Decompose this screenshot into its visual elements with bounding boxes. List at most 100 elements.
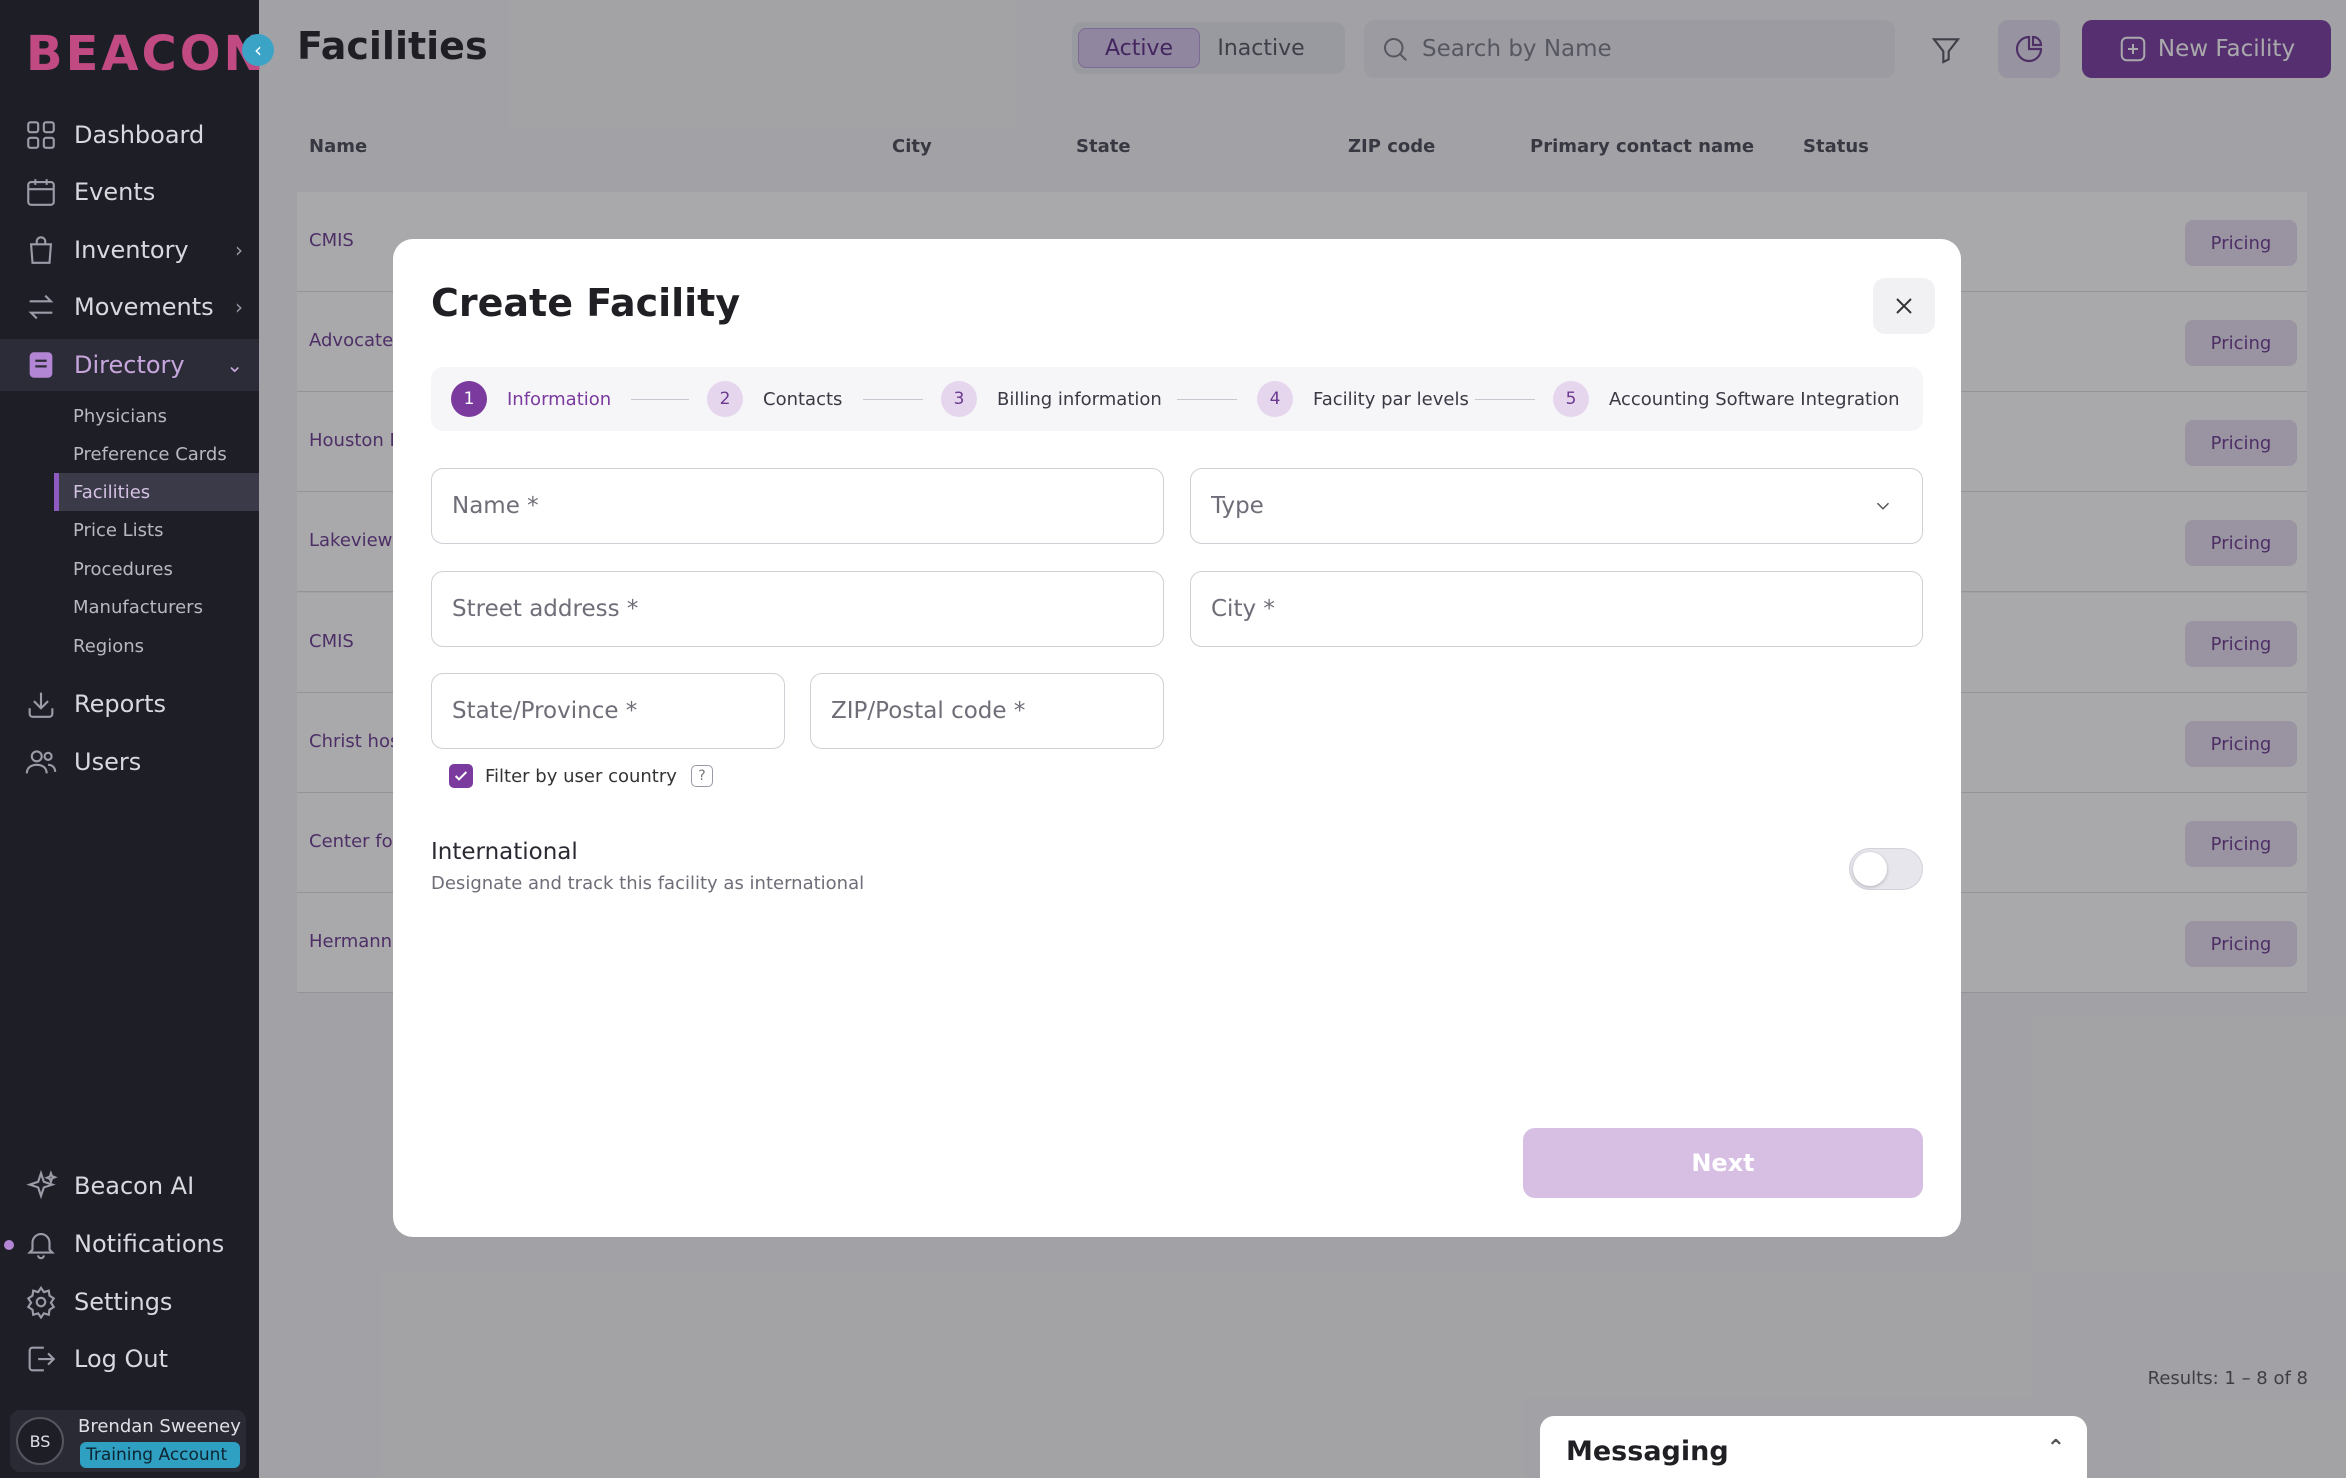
zip-postal-code-input[interactable] (811, 674, 1163, 748)
messaging-panel[interactable]: Messaging ⌃ (1540, 1416, 2087, 1478)
stepper: 1 Information 2 Contacts 3 Billing infor… (431, 367, 1923, 431)
zip-postal-code-field[interactable] (810, 673, 1164, 749)
international-toggle[interactable] (1849, 848, 1923, 890)
sidebar-item-label: Movements (74, 293, 214, 321)
chevron-down-icon: ⌄ (226, 353, 243, 377)
sidebar-item-movements[interactable]: Movements › (0, 281, 259, 333)
checkbox-label: Filter by user country (485, 765, 677, 787)
filter-by-country-checkbox[interactable]: Filter by user country ? (449, 764, 713, 788)
step-label: Contacts (763, 388, 843, 410)
chevron-left-icon: ‹ (254, 38, 262, 62)
sidebar-sub-manufacturers[interactable]: Manufacturers (54, 588, 259, 626)
step-label: Billing information (997, 388, 1162, 410)
close-icon (1896, 298, 1912, 314)
collapse-sidebar-button[interactable]: ‹ (242, 34, 274, 66)
step-number: 3 (941, 381, 977, 417)
step-label: Accounting Software Integration (1609, 388, 1900, 410)
city-input[interactable] (1191, 572, 1922, 646)
sidebar-item-directory[interactable]: Directory ⌄ (0, 339, 259, 391)
sparkle-icon (26, 1169, 58, 1200)
next-button[interactable]: Next (1523, 1128, 1923, 1198)
sidebar-sub-facilities[interactable]: Facilities (54, 473, 259, 511)
create-facility-modal: Create Facility 1 Information 2 Contacts… (393, 239, 1961, 1237)
account-badge: Training Account (80, 1442, 240, 1468)
book-icon (29, 352, 53, 378)
sidebar-item-label: Reports (74, 690, 167, 718)
chevron-right-icon: › (235, 295, 243, 319)
beacon-logo[interactable]: BEACON (26, 14, 264, 94)
sidebar-item-label: Inventory (74, 236, 189, 264)
download-icon (28, 692, 54, 718)
step-number: 5 (1553, 381, 1589, 417)
step-number: 2 (707, 381, 743, 417)
international-description: Designate and track this facility as int… (431, 873, 865, 894)
users-icon (25, 750, 57, 774)
step-information[interactable]: 1 Information (451, 367, 611, 431)
logout-icon (28, 1346, 56, 1372)
avatar: BS (16, 1417, 64, 1465)
step-number: 1 (451, 381, 487, 417)
sidebar-item-label: Notifications (74, 1230, 225, 1258)
calendar-icon (27, 179, 55, 206)
checkbox-checked[interactable] (449, 764, 473, 788)
sidebar-item-settings[interactable]: Settings (0, 1276, 259, 1328)
sidebar-item-label: Directory (74, 351, 185, 379)
gear-icon (26, 1285, 56, 1319)
sidebar-item-reports[interactable]: Reports (0, 678, 259, 730)
toggle-knob (1853, 852, 1887, 886)
name-field[interactable] (431, 468, 1164, 544)
step-contacts[interactable]: 2 Contacts (707, 367, 842, 431)
step-number: 4 (1257, 381, 1293, 417)
sidebar-sub-regions[interactable]: Regions (54, 627, 259, 665)
step-facility-par-levels[interactable]: 4 Facility par levels (1257, 367, 1469, 431)
check-icon (454, 771, 468, 781)
messaging-title: Messaging (1566, 1436, 1729, 1467)
step-accounting-software-integration[interactable]: 5 Accounting Software Integration (1553, 367, 1900, 431)
grid-icon (27, 121, 55, 149)
help-icon[interactable]: ? (690, 765, 713, 787)
sidebar-item-users[interactable]: Users (0, 736, 259, 788)
step-connector (631, 399, 689, 400)
close-button[interactable] (1873, 278, 1935, 334)
step-label: Facility par levels (1313, 388, 1469, 410)
sidebar-sub-procedures[interactable]: Procedures (54, 550, 259, 588)
sidebar-sub-physicians[interactable]: Physicians (54, 397, 259, 435)
sidebar-item-beacon-ai[interactable]: Beacon AI (0, 1160, 259, 1212)
bell-icon (27, 1233, 55, 1260)
state-province-input[interactable] (432, 674, 784, 748)
chevron-up-icon[interactable]: ⌃ (2047, 1436, 2065, 1461)
sidebar-item-logout[interactable]: Log Out (0, 1333, 259, 1385)
sidebar-item-events[interactable]: Events (0, 166, 259, 218)
step-connector (1475, 399, 1535, 400)
sidebar-item-notifications[interactable]: Notifications (0, 1218, 259, 1270)
chevron-down-icon (1876, 502, 1890, 510)
step-billing-information[interactable]: 3 Billing information (941, 367, 1162, 431)
city-field[interactable] (1190, 571, 1923, 647)
type-select[interactable] (1190, 468, 1923, 544)
street-address-field[interactable] (431, 571, 1164, 647)
step-connector (1177, 399, 1237, 400)
sidebar-item-label: Events (74, 178, 156, 206)
chevron-right-icon: › (235, 238, 243, 262)
sidebar-item-inventory[interactable]: Inventory › (0, 224, 259, 276)
type-input[interactable] (1191, 469, 1922, 543)
state-province-field[interactable] (431, 673, 785, 749)
international-title: International (431, 839, 578, 865)
step-label: Information (507, 388, 612, 410)
user-profile[interactable]: BS Brendan Sweeney Training Account (10, 1410, 246, 1472)
sidebar-item-label: Log Out (74, 1345, 169, 1373)
name-input[interactable] (432, 469, 1163, 543)
logo-text: BEACON (26, 26, 267, 82)
sidebar-item-dashboard[interactable]: Dashboard (0, 109, 259, 161)
sidebar: BEACON Dashboard Events Inventory › Move… (0, 0, 264, 1478)
street-address-input[interactable] (432, 572, 1163, 646)
sidebar-sub-price-lists[interactable]: Price Lists (54, 511, 259, 549)
sidebar-item-label: Dashboard (74, 121, 205, 149)
sidebar-sub-preference-cards[interactable]: Preference Cards (54, 435, 259, 473)
sidebar-item-label: Users (74, 748, 142, 776)
user-name: Brendan Sweeney (78, 1416, 241, 1437)
sidebar-item-label: Settings (74, 1288, 173, 1316)
arrows-icon (28, 294, 54, 320)
modal-title: Create Facility (431, 281, 741, 325)
sidebar-item-label: Beacon AI (74, 1172, 195, 1200)
